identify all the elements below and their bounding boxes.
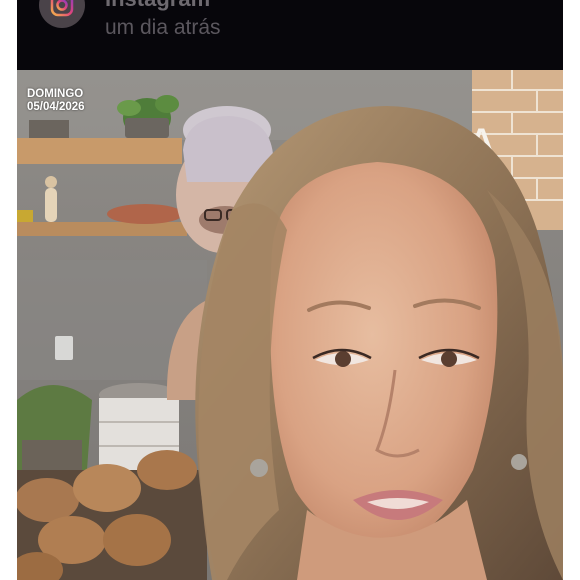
date-stamp-date: 05/04/2026 [27,101,85,113]
date-stamp-weekday: DOMINGO [27,88,84,100]
plant-pot [17,385,92,475]
date-stamp: DOMINGO 05/04/2026 [27,88,85,114]
post-header: Instagram um dia atrás [17,0,563,70]
clay-bowl [107,204,183,224]
video-scene: A [17,70,563,580]
left-earring [250,459,268,477]
figurine [45,176,57,222]
instagram-logo-icon[interactable] [39,0,85,28]
upper-shelf [17,138,182,164]
video-frame[interactable]: A [17,70,563,580]
post-timestamp: um dia atrás [105,16,221,39]
right-earring [511,454,527,470]
wall-outlet [55,336,73,360]
lower-shelf [17,222,187,236]
account-name[interactable]: Instagram [105,0,210,12]
